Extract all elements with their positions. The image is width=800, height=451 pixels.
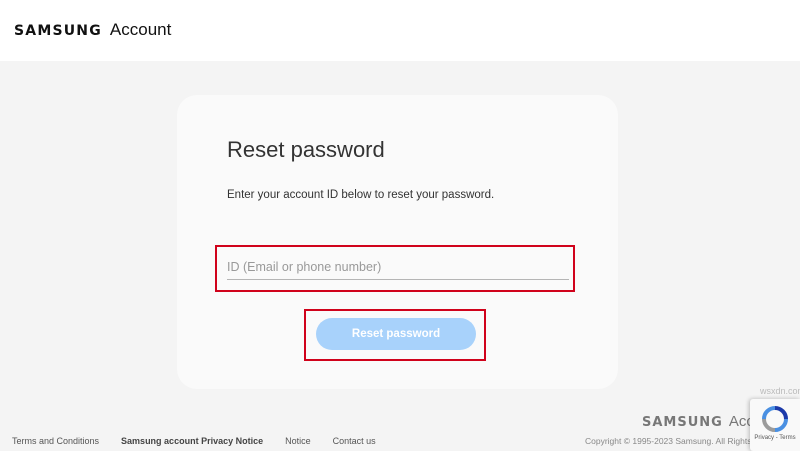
watermark: wsxdn.com <box>760 386 800 396</box>
recaptcha-links[interactable]: Privacy - Terms <box>750 435 800 441</box>
footer-brand: SAMSUNG Acc <box>642 413 754 430</box>
top-bar: SAMSUNG Account <box>0 0 800 61</box>
recaptcha-badge[interactable]: Privacy - Terms <box>750 399 800 451</box>
brand-product-name: Account <box>109 20 172 39</box>
footer-link-contact[interactable]: Contact us <box>333 436 376 446</box>
footer-link-privacy[interactable]: Samsung account Privacy Notice <box>121 436 263 446</box>
copyright-text: Copyright © 1995-2023 Samsung. All Right… <box>585 436 765 446</box>
footer-samsung-logo: SAMSUNG <box>642 415 723 430</box>
reset-password-button[interactable]: Reset password <box>316 318 476 350</box>
instruction-text: Enter your account ID below to reset you… <box>227 189 495 201</box>
footer-links: Terms and Conditions Samsung account Pri… <box>12 436 398 446</box>
reset-password-card: Reset password Enter your account ID bel… <box>177 95 618 389</box>
id-field-highlight <box>215 245 575 292</box>
recaptcha-icon <box>762 406 788 432</box>
footer-link-notice[interactable]: Notice <box>285 436 311 446</box>
samsung-logo: SAMSUNG <box>14 23 102 39</box>
footer-link-terms[interactable]: Terms and Conditions <box>12 436 99 446</box>
page-title: Reset password <box>227 137 385 162</box>
id-input[interactable] <box>227 254 569 280</box>
reset-button-highlight: Reset password <box>304 309 486 361</box>
brand[interactable]: SAMSUNG Account <box>14 20 171 40</box>
